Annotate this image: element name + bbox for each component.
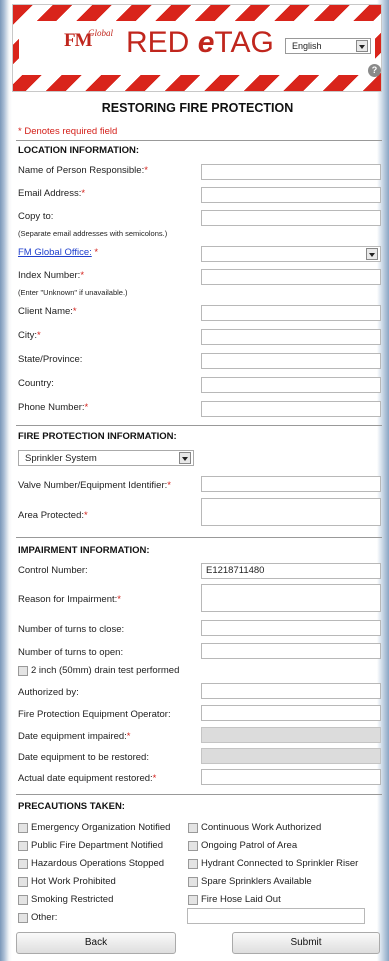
office-label: FM Global Office: * <box>18 247 99 258</box>
precaution-label: Hazardous Operations Stopped <box>31 858 165 869</box>
precaution-label: Ongoing Patrol of Area <box>201 840 298 851</box>
precaution-label: Hot Work Prohibited <box>31 876 116 887</box>
area-label: Area Protected:* <box>18 510 88 521</box>
client-name-input[interactable] <box>201 305 381 321</box>
other-precaution-input[interactable] <box>187 908 365 924</box>
precaution-checkbox-spare-sprinklers[interactable] <box>188 877 198 887</box>
precautions-heading: PRECAUTIONS TAKEN: <box>18 801 125 812</box>
precaution-label: Continuous Work Authorized <box>201 822 322 833</box>
precaution-label: Emergency Organization Notified <box>31 822 171 833</box>
turns-close-input[interactable] <box>201 620 381 636</box>
copy-hint: (Separate email addresses with semicolon… <box>18 229 168 238</box>
precaution-checkbox-fire-department[interactable] <box>18 841 28 851</box>
phone-label: Phone Number:* <box>18 402 89 413</box>
operator-input[interactable] <box>201 705 381 721</box>
submit-button[interactable]: Submit <box>232 932 380 954</box>
date-restore-label: Date equipment to be restored: <box>18 752 149 763</box>
app-title: RED eTAG <box>126 26 274 60</box>
city-input[interactable] <box>201 329 381 345</box>
help-icon[interactable]: ? <box>368 64 381 77</box>
app-title-e: e <box>197 26 215 59</box>
precaution-label: Smoking Restricted <box>31 894 114 905</box>
section-divider <box>16 425 382 426</box>
country-input[interactable] <box>201 377 381 393</box>
app-title-red: RED <box>126 26 198 59</box>
location-heading: LOCATION INFORMATION: <box>18 145 140 156</box>
section-divider <box>16 794 382 795</box>
required-note: * Denotes required field <box>18 126 118 137</box>
precaution-checkbox-hydrant[interactable] <box>188 859 198 869</box>
index-number-input[interactable] <box>201 269 381 285</box>
section-divider <box>16 140 382 141</box>
turns-close-label: Number of turns to close: <box>18 624 125 635</box>
language-select[interactable]: English <box>285 38 371 54</box>
impairment-heading: IMPAIRMENT INFORMATION: <box>18 545 150 556</box>
country-label: Country: <box>18 378 54 389</box>
control-number-label: Control Number: <box>18 565 88 576</box>
precaution-label: Spare Sprinklers Available <box>201 876 312 887</box>
valve-label: Valve Number/Equipment Identifier:* <box>18 480 171 491</box>
fm-global-office-link[interactable]: FM Global Office: <box>18 247 92 258</box>
state-label: State/Province: <box>18 354 83 365</box>
reason-input[interactable] <box>201 584 381 612</box>
drain-test-checkbox[interactable] <box>18 666 28 676</box>
form-page: FM Global RED eTAG English ? RESTORING F… <box>10 0 385 961</box>
precaution-checkbox-continuous-work[interactable] <box>188 823 198 833</box>
date-restore-field <box>201 748 381 764</box>
person-label: Name of Person Responsible:* <box>18 165 148 176</box>
app-title-tag: TAG <box>214 26 274 59</box>
authorized-label: Authorized by: <box>18 687 79 698</box>
person-responsible-input[interactable] <box>201 164 381 180</box>
precaution-checkbox-smoking[interactable] <box>18 895 28 905</box>
office-select[interactable] <box>201 246 381 262</box>
state-input[interactable] <box>201 353 381 369</box>
global-logo-text: Global <box>88 28 114 38</box>
chevron-down-icon <box>356 40 368 52</box>
section-divider <box>16 537 382 538</box>
actual-date-input[interactable] <box>201 769 381 785</box>
client-label: Client Name:* <box>18 306 77 317</box>
copy-label: Copy to: <box>18 211 54 222</box>
drain-test-label: 2 inch (50mm) drain test performed <box>31 665 180 676</box>
precaution-checkbox-patrol[interactable] <box>188 841 198 851</box>
city-label: City:* <box>18 330 41 341</box>
precaution-label: Hydrant Connected to Sprinkler Riser <box>201 858 359 869</box>
back-button[interactable]: Back <box>16 932 176 954</box>
system-type-value: Sprinkler System <box>25 453 97 464</box>
index-hint: (Enter "Unknown" if unavailable.) <box>18 288 128 297</box>
precaution-checkbox-hazardous-ops[interactable] <box>18 859 28 869</box>
control-number-field: E1218711480 <box>201 563 381 579</box>
precaution-label: Public Fire Department Notified <box>31 840 163 851</box>
turns-open-input[interactable] <box>201 643 381 659</box>
date-impaired-label: Date equipment impaired:* <box>18 731 131 742</box>
precaution-label: Other: <box>31 912 58 923</box>
authorized-by-input[interactable] <box>201 683 381 699</box>
operator-label: Fire Protection Equipment Operator: <box>18 709 171 720</box>
chevron-down-icon <box>366 248 378 260</box>
system-type-select[interactable]: Sprinkler System <box>18 450 194 466</box>
precaution-checkbox-emergency[interactable] <box>18 823 28 833</box>
turns-open-label: Number of turns to open: <box>18 647 124 658</box>
fire-protection-heading: FIRE PROTECTION INFORMATION: <box>18 431 177 442</box>
actual-date-label: Actual date equipment restored:* <box>18 773 157 784</box>
email-input[interactable] <box>201 187 381 203</box>
index-label: Index Number:* <box>18 270 85 281</box>
language-value: English <box>292 41 322 51</box>
date-impaired-field <box>201 727 381 743</box>
copy-to-input[interactable] <box>201 210 381 226</box>
precaution-checkbox-hot-work[interactable] <box>18 877 28 887</box>
valve-number-input[interactable] <box>201 476 381 492</box>
precaution-label: Fire Hose Laid Out <box>201 894 281 905</box>
page-title: RESTORING FIRE PROTECTION <box>101 101 294 115</box>
reason-label: Reason for Impairment:* <box>18 594 121 605</box>
phone-input[interactable] <box>201 401 381 417</box>
area-protected-input[interactable] <box>201 498 381 526</box>
chevron-down-icon <box>179 452 191 464</box>
precaution-checkbox-fire-hose[interactable] <box>188 895 198 905</box>
email-label: Email Address:* <box>18 188 86 199</box>
precaution-checkbox-other[interactable] <box>18 913 28 923</box>
